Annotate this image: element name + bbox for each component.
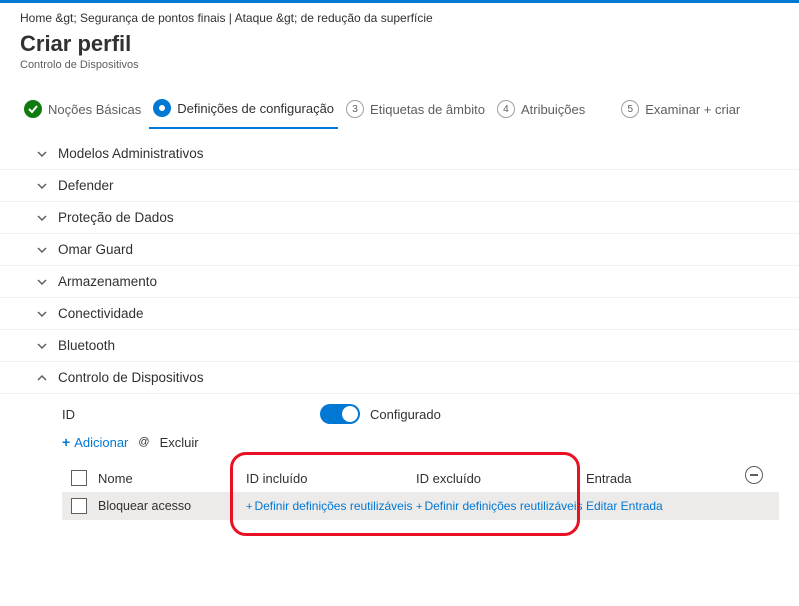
- rules-table: Nome ID incluído ID excluído Entrada Blo…: [62, 464, 779, 520]
- section-title: Armazenamento: [58, 274, 157, 289]
- chevron-down-icon: [36, 212, 48, 224]
- section-title: Bluetooth: [58, 338, 115, 353]
- step-number-icon: 4: [497, 100, 515, 118]
- table-header: Nome ID incluído ID excluído Entrada: [62, 464, 779, 492]
- settings-sections: Modelos Administrativos Defender Proteçã…: [0, 130, 799, 520]
- chevron-down-icon: [36, 340, 48, 352]
- step-label: Definições de configuração: [177, 101, 334, 116]
- minus-icon: [750, 474, 758, 476]
- section-title: Proteção de Dados: [58, 210, 174, 225]
- section-device-control[interactable]: Controlo de Dispositivos: [0, 362, 799, 394]
- col-entry: Entrada: [586, 471, 706, 486]
- page-header: Home &gt; Segurança de pontos finais | A…: [0, 3, 799, 75]
- step-assignments[interactable]: 4 Atribuições: [493, 94, 589, 128]
- step-label: Etiquetas de âmbito: [370, 102, 485, 117]
- section-data-protection[interactable]: Proteção de Dados: [0, 202, 799, 234]
- device-control-panel: ID Configurado + Adicionar @ Excluir Nom…: [0, 394, 799, 520]
- chevron-down-icon: [36, 276, 48, 288]
- section-title: Omar Guard: [58, 242, 133, 257]
- chevron-down-icon: [36, 244, 48, 256]
- section-defender[interactable]: Defender: [0, 170, 799, 202]
- setting-id-label: ID: [62, 407, 302, 422]
- breadcrumb[interactable]: Home &gt; Segurança de pontos finais | A…: [20, 11, 779, 25]
- page-subtitle: Controlo de Dispositivos: [20, 59, 779, 71]
- step-label: Atribuições: [521, 102, 585, 117]
- page-title: Criar perfil: [20, 31, 779, 57]
- col-excluded-id: ID excluído: [416, 471, 586, 486]
- configured-toggle-label: Configurado: [370, 407, 441, 422]
- step-configuration-settings[interactable]: Definições de configuração: [149, 93, 338, 129]
- section-bluetooth[interactable]: Bluetooth: [0, 330, 799, 362]
- edit-entry-link[interactable]: Editar Entrada: [586, 499, 663, 513]
- exclude-link[interactable]: Excluir: [160, 435, 199, 450]
- add-link-label: Adicionar: [74, 435, 128, 450]
- set-reusable-included-link[interactable]: +Definir definições reutilizáveis: [246, 499, 413, 513]
- chevron-down-icon: [36, 148, 48, 160]
- section-omar-guard[interactable]: Omar Guard: [0, 234, 799, 266]
- remove-row-button[interactable]: [745, 466, 763, 484]
- plus-icon: +: [62, 434, 70, 450]
- row-name: Bloquear acesso: [96, 499, 246, 513]
- section-title: Modelos Administrativos: [58, 146, 204, 161]
- section-title: Conectividade: [58, 306, 144, 321]
- table-row[interactable]: Bloquear acesso +Definir definições reut…: [62, 492, 779, 520]
- chevron-down-icon: [36, 180, 48, 192]
- step-number-icon: 5: [621, 100, 639, 118]
- step-scope-tags[interactable]: 3 Etiquetas de âmbito: [342, 94, 489, 128]
- chevron-down-icon: [36, 308, 48, 320]
- step-basics[interactable]: Noções Básicas: [20, 94, 145, 128]
- add-link[interactable]: + Adicionar: [62, 434, 128, 450]
- step-label: Examinar + criar: [645, 102, 740, 117]
- step-current-icon: [153, 99, 171, 117]
- section-title: Controlo de Dispositivos: [58, 370, 204, 385]
- at-icon: @: [138, 436, 149, 448]
- check-icon: [24, 100, 42, 118]
- configured-toggle[interactable]: [320, 404, 360, 424]
- col-name: Nome: [96, 471, 246, 486]
- plus-icon: +: [246, 501, 252, 513]
- step-review-create[interactable]: 5 Examinar + criar: [617, 94, 744, 128]
- section-storage[interactable]: Armazenamento: [0, 266, 799, 298]
- step-label: Noções Básicas: [48, 102, 141, 117]
- col-included-id: ID incluído: [246, 471, 416, 486]
- chevron-up-icon: [36, 372, 48, 384]
- row-checkbox[interactable]: [71, 498, 87, 514]
- section-connectivity[interactable]: Conectividade: [0, 298, 799, 330]
- plus-icon: +: [416, 501, 422, 513]
- select-all-checkbox[interactable]: [71, 470, 87, 486]
- section-administrative-templates[interactable]: Modelos Administrativos: [0, 138, 799, 170]
- set-reusable-excluded-link[interactable]: +Definir definições reutilizáveis: [416, 499, 583, 513]
- step-number-icon: 3: [346, 100, 364, 118]
- section-title: Defender: [58, 178, 114, 193]
- wizard-steps: Noções Básicas Definições de configuraçã…: [0, 75, 799, 130]
